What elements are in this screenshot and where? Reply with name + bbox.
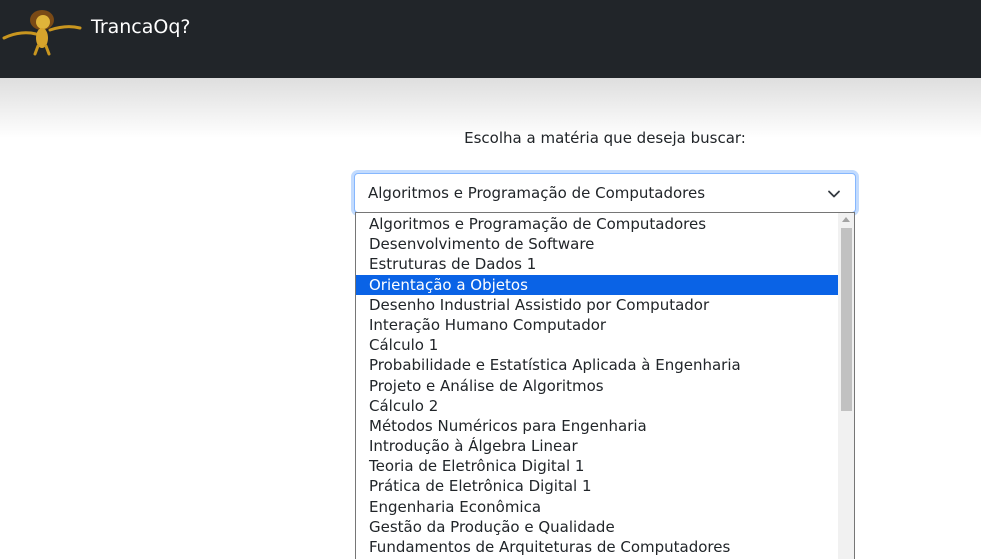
subject-option[interactable]: Gestão da Produção e Qualidade (356, 517, 839, 537)
subject-option[interactable]: Desenho Industrial Assistido por Computa… (356, 295, 839, 315)
subject-option[interactable]: Teoria de Eletrônica Digital 1 (356, 456, 839, 476)
brand-name[interactable]: TrancaOq? (91, 16, 191, 38)
subject-option[interactable]: Fundamentos de Arquiteturas de Computado… (356, 537, 839, 557)
chevron-down-icon (828, 190, 840, 198)
top-navbar: TrancaOq? (0, 0, 981, 78)
subject-option[interactable]: Estruturas de Dados 1 (356, 254, 839, 274)
subject-option[interactable]: Desenvolvimento de Software (356, 234, 839, 254)
subject-option[interactable]: Interação Humano Computador (356, 315, 839, 335)
subject-options-list[interactable]: Algoritmos e Programação de Computadores… (355, 212, 855, 559)
subject-option[interactable]: Projeto e Análise de Algoritmos (356, 376, 839, 396)
subject-select[interactable]: Algoritmos e Programação de Computadores (354, 173, 856, 213)
subject-option[interactable]: Engenharia Econômica (356, 497, 839, 517)
scroll-up-arrow-icon[interactable] (842, 217, 850, 222)
subject-option[interactable]: Probabilidade e Estatística Aplicada à E… (356, 355, 839, 375)
subject-prompt-label: Escolha a matéria que deseja buscar: (464, 129, 746, 147)
subject-option[interactable]: Algoritmos e Programação de Computadores (356, 214, 839, 234)
subject-option[interactable]: Cálculo 1 (356, 335, 839, 355)
lion-mascot-icon[interactable] (2, 6, 82, 56)
subject-option[interactable]: Introdução à Álgebra Linear (356, 436, 839, 456)
subject-option[interactable]: Cálculo 2 (356, 396, 839, 416)
subject-select-value: Algoritmos e Programação de Computadores (368, 184, 706, 202)
options-scrollbar[interactable] (838, 213, 854, 559)
subject-option-highlighted[interactable]: Orientação a Objetos (356, 275, 839, 295)
subject-option[interactable]: Prática de Eletrônica Digital 1 (356, 476, 839, 496)
subject-option[interactable]: Métodos Numéricos para Engenharia (356, 416, 839, 436)
scrollbar-thumb[interactable] (841, 228, 852, 411)
